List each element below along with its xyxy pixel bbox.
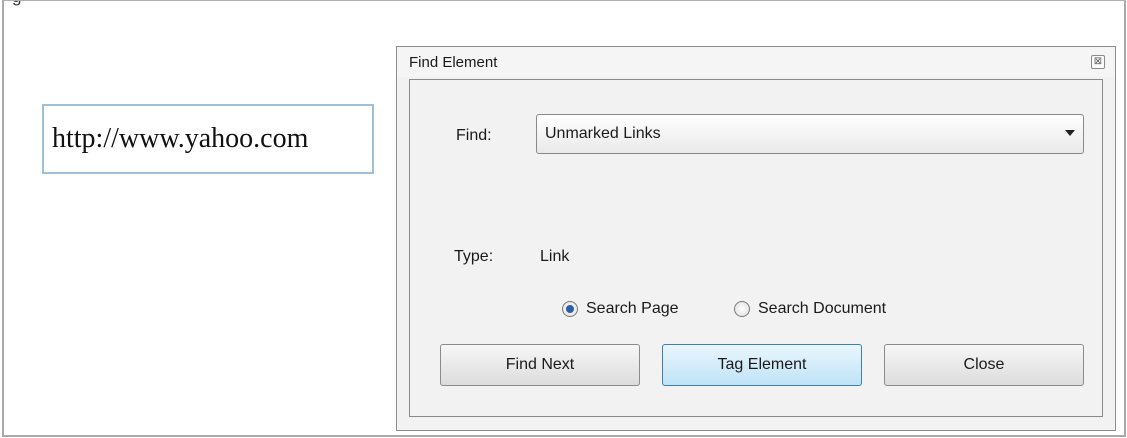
radio-search-document-label: Search Document xyxy=(758,300,887,317)
radio-search-document[interactable]: Search Document xyxy=(734,300,886,318)
type-label: Type: xyxy=(454,248,494,265)
link-text[interactable]: http://www.yahoo.com xyxy=(52,123,308,155)
find-label: Find: xyxy=(456,127,492,144)
dialog-titlebar[interactable]: Find Element ⊠ xyxy=(397,47,1115,77)
find-next-button[interactable]: Find Next xyxy=(440,344,640,386)
close-button[interactable]: Close xyxy=(884,344,1084,386)
radio-search-page-label: Search Page xyxy=(586,300,679,317)
clipped-top-text: g xyxy=(4,1,21,7)
radio-search-page[interactable]: Search Page xyxy=(562,300,679,318)
link-annotation-box[interactable]: http://www.yahoo.com xyxy=(42,104,374,174)
type-value: Link xyxy=(540,248,570,265)
find-select[interactable]: Unmarked Links xyxy=(536,114,1084,154)
tag-element-button[interactable]: Tag Element xyxy=(662,344,862,386)
find-element-dialog: Find Element ⊠ Find: Unmarked Links Type… xyxy=(396,46,1116,431)
find-select-value: Unmarked Links xyxy=(545,125,661,142)
radio-unchecked-icon[interactable] xyxy=(734,301,750,317)
dialog-body: Find: Unmarked Links Type: Link Search P… xyxy=(409,79,1103,417)
close-icon[interactable]: ⊠ xyxy=(1091,55,1105,69)
dialog-title: Find Element xyxy=(409,54,498,71)
radio-checked-icon[interactable] xyxy=(562,301,578,317)
chevron-down-icon[interactable] xyxy=(1065,130,1075,136)
